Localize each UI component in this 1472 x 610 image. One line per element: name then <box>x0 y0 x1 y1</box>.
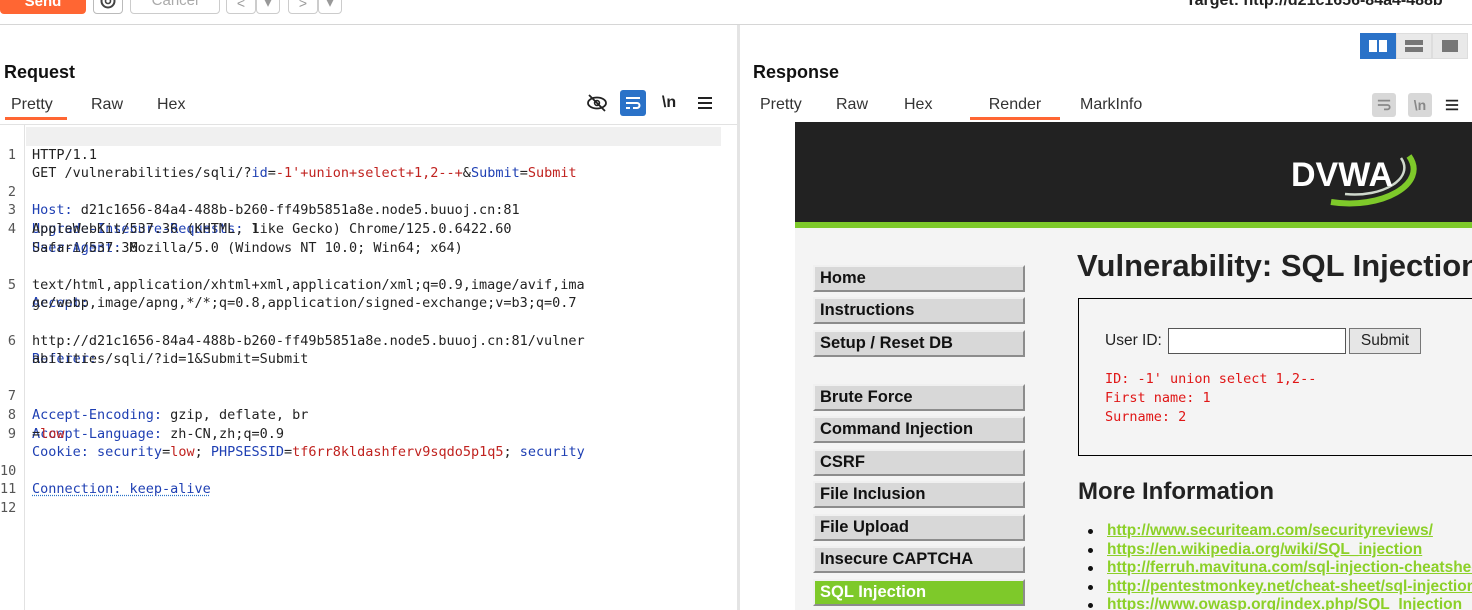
menu-item-csrf[interactable]: CSRF <box>813 449 1025 476</box>
response-tabs: Pretty Raw Hex Render MarkInfo <box>754 92 1158 120</box>
line-number: 6 <box>7 332 16 349</box>
code-line: 12 <box>0 480 49 536</box>
burp-repeater-window: Send Cancel < ▾ > ▾ Target: http://d21c1… <box>0 0 1472 610</box>
chevron-down-icon: ▾ <box>326 0 334 10</box>
menu-item-setup[interactable]: Setup / Reset DB <box>813 330 1025 357</box>
tab-pretty[interactable]: Pretty <box>5 92 67 120</box>
rendered-response: DVWA Home Instructions Setup / Reset DB … <box>795 122 1472 610</box>
result-surname: Surname: 2 <box>1105 409 1187 425</box>
tab-pretty[interactable]: Pretty <box>754 92 816 118</box>
response-view-options: \n <box>1372 92 1460 118</box>
line-number: 4 <box>7 220 16 237</box>
chevron-left-icon: < <box>236 0 246 11</box>
vulnerable-code-area: User ID: Submit ID: -1' union select 1,2… <box>1078 298 1472 456</box>
chevron-right-icon: > <box>298 0 308 11</box>
reference-link[interactable]: http://pentestmonkey.net/cheat-sheet/sql… <box>1087 578 1472 597</box>
tab-hex[interactable]: Hex <box>898 92 952 118</box>
forward-history-button[interactable]: ▾ <box>318 0 342 14</box>
line-number: 12 <box>0 499 17 516</box>
result-first-name: First name: 1 <box>1105 390 1211 406</box>
reference-link[interactable]: https://www.owasp.org/index.php/SQL_Inje… <box>1087 596 1472 610</box>
page-title: Vulnerability: SQL Injection <box>1077 248 1472 283</box>
dvwa-header: DVWA <box>795 122 1472 228</box>
pane-divider[interactable] <box>737 25 740 610</box>
request-editor[interactable]: 1 GET /vulnerabilities/sqli/?id=-1'+unio… <box>0 124 737 610</box>
more-information-heading: More Information <box>1078 478 1274 505</box>
word-wrap-icon[interactable] <box>620 90 646 116</box>
request-tabs: Pretty Raw Hex <box>5 92 207 120</box>
request-title: Request <box>4 62 76 82</box>
result-id: ID: -1' union select 1,2-- <box>1105 371 1317 387</box>
stacked-layout-icon[interactable] <box>1396 33 1432 59</box>
reference-link[interactable]: http://ferruh.mavituna.com/sql-injection… <box>1087 559 1472 578</box>
send-button[interactable]: Send <box>0 0 86 14</box>
chevron-down-icon: ▾ <box>264 0 272 10</box>
line-number: 1 <box>7 146 16 163</box>
eye-off-icon[interactable] <box>584 90 610 116</box>
tab-render[interactable]: Render <box>970 92 1060 120</box>
newline-label: \n <box>1413 97 1427 113</box>
tab-raw[interactable]: Raw <box>85 92 141 118</box>
newline-icon[interactable]: \n <box>1408 93 1432 117</box>
menu-item-insecure-captcha[interactable]: Insecure CAPTCHA <box>813 546 1025 573</box>
menu-item-brute-force[interactable]: Brute Force <box>813 384 1025 411</box>
reference-link[interactable]: http://www.securiteam.com/securityreview… <box>1087 522 1472 541</box>
user-id-label: User ID: <box>1105 332 1162 349</box>
menu-item-file-upload[interactable]: File Upload <box>813 514 1025 541</box>
line-number: 9 <box>7 425 16 442</box>
dvwa-logo: DVWA <box>1291 144 1421 208</box>
menu-icon[interactable] <box>692 90 718 116</box>
response-title: Response <box>753 62 840 82</box>
newline-label: \n <box>661 94 677 111</box>
menu-item-home[interactable]: Home <box>813 265 1025 292</box>
settings-button[interactable] <box>93 0 123 14</box>
layout-toggle-group <box>1360 33 1468 59</box>
menu-item-sql-injection[interactable]: SQL Injection <box>813 579 1025 606</box>
menu-icon[interactable] <box>1444 92 1460 118</box>
tab-markinfo[interactable]: MarkInfo <box>1074 92 1158 118</box>
tab-raw[interactable]: Raw <box>830 92 886 118</box>
target-label[interactable]: Target: http://d21c1656-84a4-488b <box>1186 0 1443 10</box>
menu-item-file-inclusion[interactable]: File Inclusion <box>813 481 1025 508</box>
cancel-button[interactable]: Cancel <box>130 0 220 14</box>
reference-link[interactable]: https://en.wikipedia.org/wiki/SQL_inject… <box>1087 541 1472 560</box>
line-number: 5 <box>7 276 16 293</box>
menu-item-instructions[interactable]: Instructions <box>813 297 1025 324</box>
side-by-side-layout-icon[interactable] <box>1360 33 1396 59</box>
word-wrap-icon[interactable] <box>1372 93 1396 117</box>
newline-icon[interactable]: \n <box>656 90 682 116</box>
tab-hex[interactable]: Hex <box>151 92 207 118</box>
gear-icon <box>100 0 116 9</box>
single-pane-layout-icon[interactable] <box>1432 33 1468 59</box>
back-button[interactable]: < <box>226 0 256 14</box>
svg-text:DVWA: DVWA <box>1291 156 1393 194</box>
back-history-button[interactable]: ▾ <box>256 0 280 14</box>
forward-button[interactable]: > <box>288 0 318 14</box>
current-line-highlight <box>26 127 721 146</box>
menu-item-command-injection[interactable]: Command Injection <box>813 416 1025 443</box>
submit-button[interactable]: Submit <box>1349 328 1421 354</box>
user-id-input[interactable] <box>1168 328 1346 354</box>
repeater-toolbar: Send Cancel < ▾ > ▾ Target: http://d21c1… <box>0 0 1472 25</box>
reference-links: http://www.securiteam.com/securityreview… <box>1087 522 1472 610</box>
request-view-options: \n <box>584 90 718 116</box>
